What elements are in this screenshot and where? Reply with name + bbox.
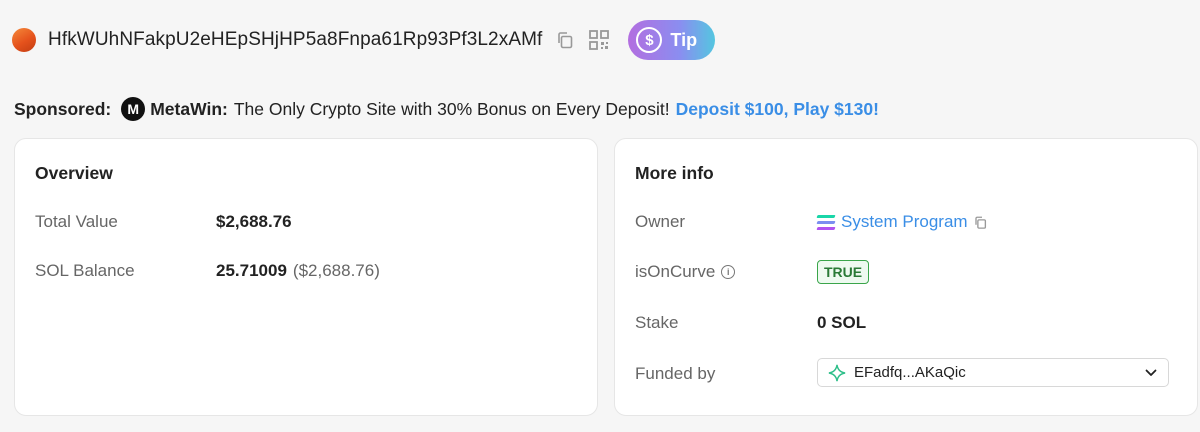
true-badge: TRUE (817, 260, 870, 284)
sponsored-link[interactable]: Deposit $100, Play $130! (676, 99, 879, 120)
sol-balance: 25.71009 ($2,688.76) (216, 261, 380, 281)
tip-button[interactable]: $ Tip (628, 20, 716, 60)
funded-by-value: EFadfq...AKaQic (854, 364, 966, 381)
account-avatar (12, 28, 36, 52)
sol-balance-label: SOL Balance (35, 261, 135, 280)
sponsored-text: The Only Crypto Site with 30% Bonus on E… (233, 98, 670, 119)
stake-value: 0 SOL (817, 313, 867, 332)
owner-value: System Program (816, 212, 988, 232)
chevron-down-icon (1144, 366, 1158, 380)
sparkle-icon (828, 364, 846, 382)
solana-logo-icon (816, 213, 836, 231)
owner-label: Owner (635, 212, 686, 231)
sponsored-brand: MetaWin: (150, 98, 228, 119)
stake-label: Stake (635, 313, 679, 332)
account-header: HfkWUhNFakpU2eHEpSHjHP5a8Fnpa61Rp93Pf3L2… (12, 20, 716, 60)
overview-card: Overview Total Value $2,688.76 SOL Balan… (14, 138, 598, 416)
funded-by-select[interactable]: EFadfq...AKaQic (817, 358, 1169, 387)
account-address: HfkWUhNFakpU2eHEpSHjHP5a8Fnpa61Rp93Pf3L2… (48, 29, 543, 50)
total-value-label: Total Value (35, 212, 118, 231)
more-info-card: More info Owner System Program isOnCurve… (614, 138, 1198, 416)
sponsored-label: Sponsored: (14, 98, 112, 119)
sol-balance-amount: 25.71009 (216, 261, 287, 280)
is-on-curve-value: TRUE (817, 260, 870, 284)
sponsored-banner: Sponsored: M MetaWin: The Only Crypto Si… (14, 94, 879, 124)
funded-by-label: Funded by (635, 364, 716, 383)
qr-code-icon[interactable] (586, 27, 612, 53)
owner-link[interactable]: System Program (841, 212, 968, 232)
tip-label: Tip (670, 29, 698, 50)
copy-icon[interactable] (552, 27, 578, 53)
dollar-coin-icon: $ (636, 27, 663, 53)
is-on-curve-label-row: isOnCurve i (635, 262, 736, 282)
sol-balance-usd: ($2,688.76) (292, 261, 380, 280)
overview-title: Overview (35, 163, 113, 183)
is-on-curve-label: isOnCurve (635, 262, 716, 281)
total-value: $2,688.76 (216, 212, 292, 231)
copy-icon[interactable] (973, 215, 988, 230)
info-icon[interactable]: i (721, 265, 736, 279)
more-info-title: More info (635, 163, 714, 183)
metawin-logo-icon: M (121, 97, 146, 121)
